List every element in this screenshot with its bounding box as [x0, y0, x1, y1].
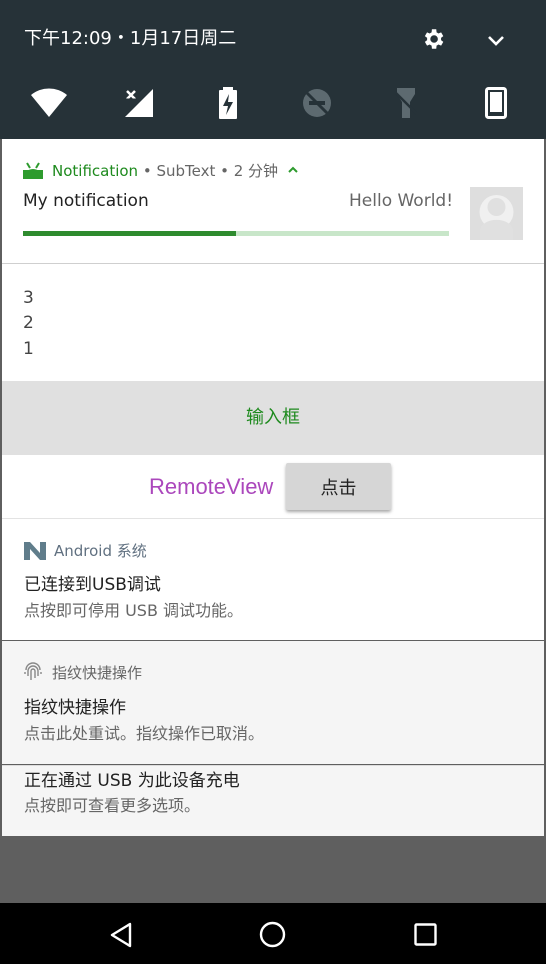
remote-view-row: RemoteView 点击: [2, 455, 544, 519]
notification-shade-header: [0, 0, 546, 139]
charging-title: 正在通过 USB 为此设备充电: [24, 771, 240, 791]
fingerprint-title: 指纹快捷操作: [24, 698, 126, 718]
avatar-icon: [470, 187, 523, 240]
progress-bar: [23, 231, 449, 236]
wifi-icon[interactable]: [31, 88, 67, 118]
do-not-disturb-off-icon[interactable]: [302, 88, 332, 118]
usb-debug-notification[interactable]: Android 系统 已连接到USB调试 点按即可停用 USB 调试功能。: [2, 519, 544, 640]
list-item: 3: [23, 288, 34, 308]
fingerprint-text: 点击此处重试。指纹操作已取消。: [24, 724, 265, 743]
charging-notification[interactable]: 正在通过 USB 为此设备充电 点按即可查看更多选项。: [2, 765, 544, 836]
android-app-icon: [22, 161, 44, 183]
home-icon[interactable]: [259, 921, 286, 952]
usb-debug-text: 点按即可停用 USB 调试功能。: [24, 601, 244, 620]
navigation-bar: [0, 903, 546, 964]
recents-icon[interactable]: [414, 923, 437, 950]
notification-app-name: Notification: [52, 162, 139, 180]
gear-icon[interactable]: [420, 26, 446, 56]
input-box-label: 输入框: [246, 407, 300, 428]
battery-charging-icon[interactable]: [218, 87, 238, 119]
usb-debug-app-name: Android 系统: [54, 542, 147, 560]
back-icon[interactable]: [109, 922, 133, 952]
usb-debug-app-row: Android 系统: [24, 540, 147, 564]
divider: [2, 263, 544, 264]
list-item: 1: [23, 339, 34, 359]
notification-subtext: • SubText • 2 分钟: [142, 162, 279, 180]
fingerprint-notification[interactable]: 指纹快捷操作 指纹快捷操作 点击此处重试。指纹操作已取消。: [2, 641, 544, 764]
notification-title: My notification: [23, 191, 149, 211]
remote-view-label: RemoteView: [149, 474, 274, 499]
notification-app-row: Notification • SubText • 2 分钟: [22, 160, 299, 182]
fingerprint-icon: [24, 662, 42, 686]
input-box[interactable]: 输入框: [2, 381, 544, 455]
list-item: 2: [23, 313, 34, 333]
phone-icon[interactable]: [485, 87, 507, 119]
fingerprint-app-row: 指纹快捷操作: [24, 662, 142, 686]
usb-debug-title: 已连接到USB调试: [24, 575, 161, 595]
progress-fill: [23, 231, 236, 236]
chevron-down-icon[interactable]: [484, 28, 508, 56]
click-button[interactable]: 点击: [286, 463, 391, 510]
charging-text: 点按即可查看更多选项。: [24, 796, 201, 815]
notification-text: Hello World!: [349, 191, 454, 211]
status-time: 下午12:09・1月17日周二: [24, 28, 237, 49]
fingerprint-app-name: 指纹快捷操作: [52, 664, 143, 682]
chevron-up-icon[interactable]: [287, 161, 299, 179]
flashlight-off-icon[interactable]: [395, 88, 417, 118]
android-n-icon: [24, 542, 46, 564]
no-signal-icon[interactable]: [123, 87, 155, 119]
